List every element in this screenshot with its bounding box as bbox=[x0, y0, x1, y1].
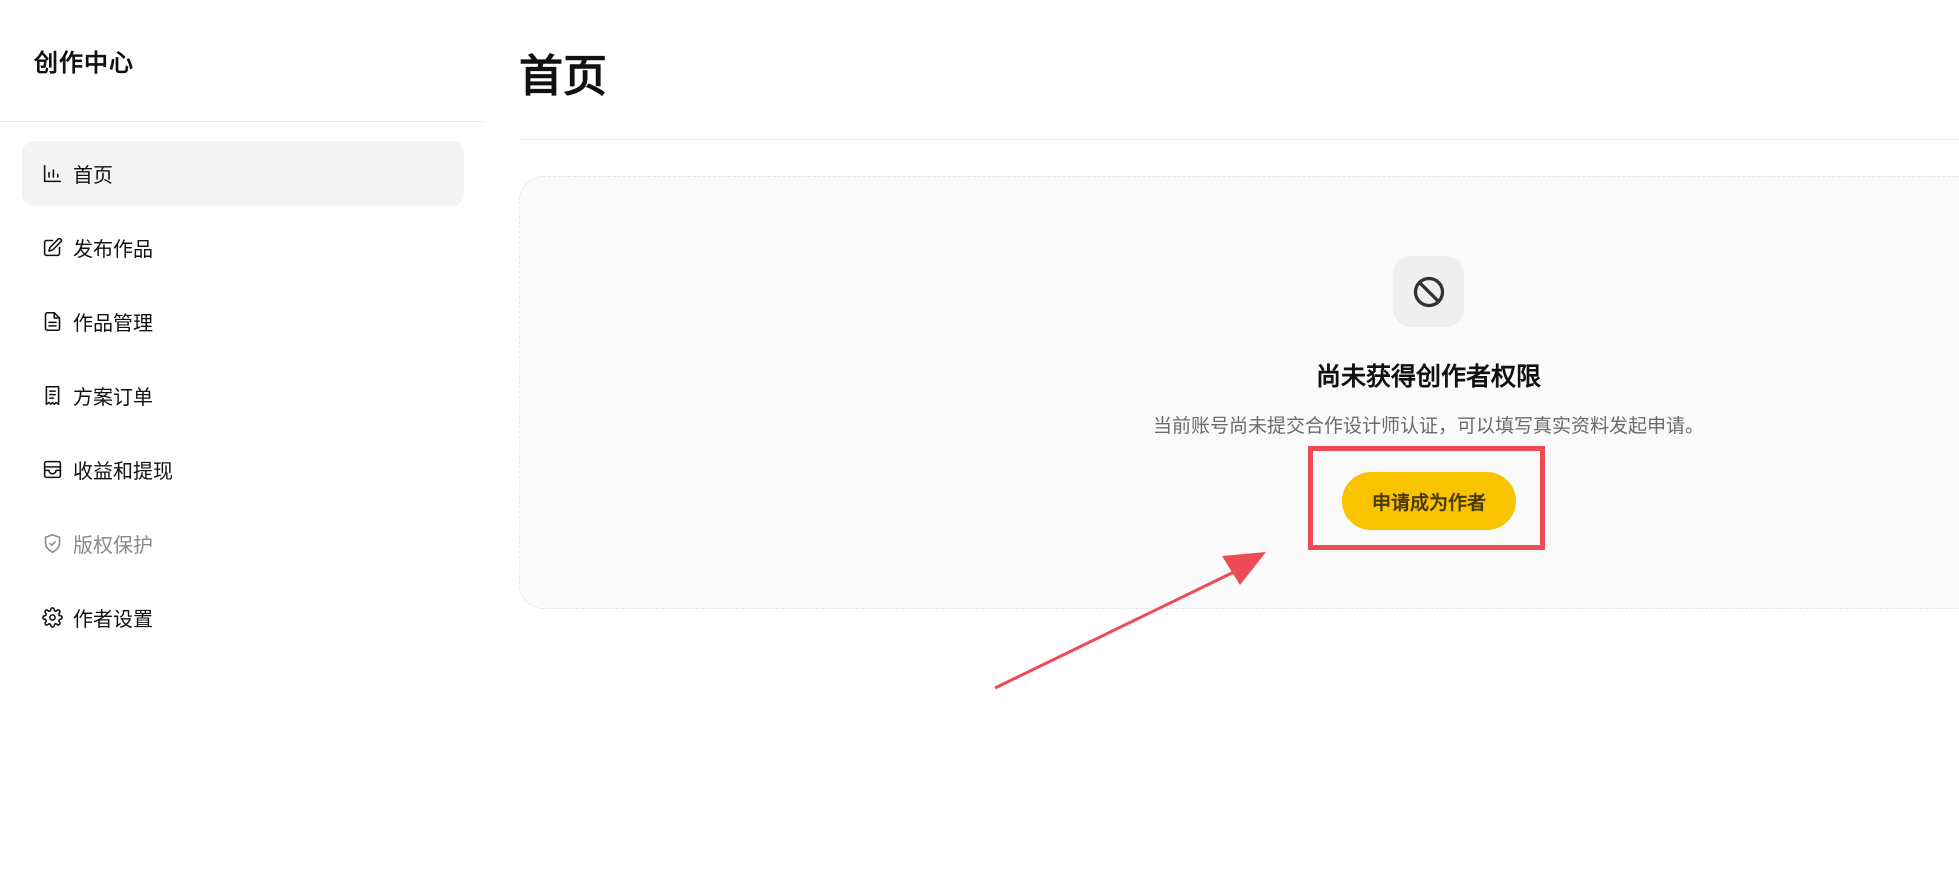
divider bbox=[519, 139, 1959, 140]
sidebar-header: 创作中心 bbox=[0, 0, 484, 122]
empty-state-card: 尚未获得创作者权限 当前账号尚未提交合作设计师认证，可以填写真实资料发起申请。 … bbox=[519, 176, 1959, 609]
app: 创作中心 首页 发布作品 作品管理 方案订单 收益和提现 版权保护 作者设置 首… bbox=[0, 0, 1959, 882]
bar-chart-icon bbox=[41, 163, 63, 185]
sidebar-item-settings[interactable]: 作者设置 bbox=[22, 585, 464, 650]
sidebar-item-label: 作品管理 bbox=[73, 311, 153, 335]
edit-icon bbox=[41, 237, 63, 259]
sidebar-title: 创作中心 bbox=[34, 49, 134, 77]
sidebar-item-publish[interactable]: 发布作品 bbox=[22, 215, 464, 280]
sidebar-item-home[interactable]: 首页 bbox=[22, 141, 464, 206]
sidebar-item-earnings[interactable]: 收益和提现 bbox=[22, 437, 464, 502]
sidebar-nav: 首页 发布作品 作品管理 方案订单 收益和提现 版权保护 作者设置 bbox=[22, 141, 464, 659]
sidebar-item-label: 收益和提现 bbox=[73, 459, 173, 483]
sidebar-item-label: 发布作品 bbox=[73, 237, 153, 261]
ban-icon bbox=[1393, 256, 1464, 327]
receipt-icon bbox=[41, 385, 63, 407]
shield-check-icon bbox=[41, 533, 63, 555]
page-title: 首页 bbox=[519, 51, 607, 102]
document-icon bbox=[41, 311, 63, 333]
gear-icon bbox=[41, 607, 63, 629]
sidebar-item-works[interactable]: 作品管理 bbox=[22, 289, 464, 354]
sidebar-item-label: 版权保护 bbox=[73, 533, 153, 557]
sidebar-item-copyright[interactable]: 版权保护 bbox=[22, 511, 464, 576]
apply-author-button[interactable]: 申请成为作者 bbox=[1342, 472, 1516, 530]
sidebar: 创作中心 首页 发布作品 作品管理 方案订单 收益和提现 版权保护 作者设置 bbox=[0, 0, 484, 882]
sidebar-item-orders[interactable]: 方案订单 bbox=[22, 363, 464, 428]
empty-state-title: 尚未获得创作者权限 bbox=[1315, 362, 1541, 391]
empty-state-description: 当前账号尚未提交合作设计师认证，可以填写真实资料发起申请。 bbox=[1152, 415, 1704, 437]
sidebar-item-label: 方案订单 bbox=[73, 385, 153, 409]
sidebar-item-label: 作者设置 bbox=[73, 607, 153, 631]
wallet-icon bbox=[41, 459, 63, 481]
main-content: 首页 尚未获得创作者权限 当前账号尚未提交合作设计师认证，可以填写真实资料发起申… bbox=[519, 0, 1959, 882]
sidebar-item-label: 首页 bbox=[73, 163, 113, 187]
